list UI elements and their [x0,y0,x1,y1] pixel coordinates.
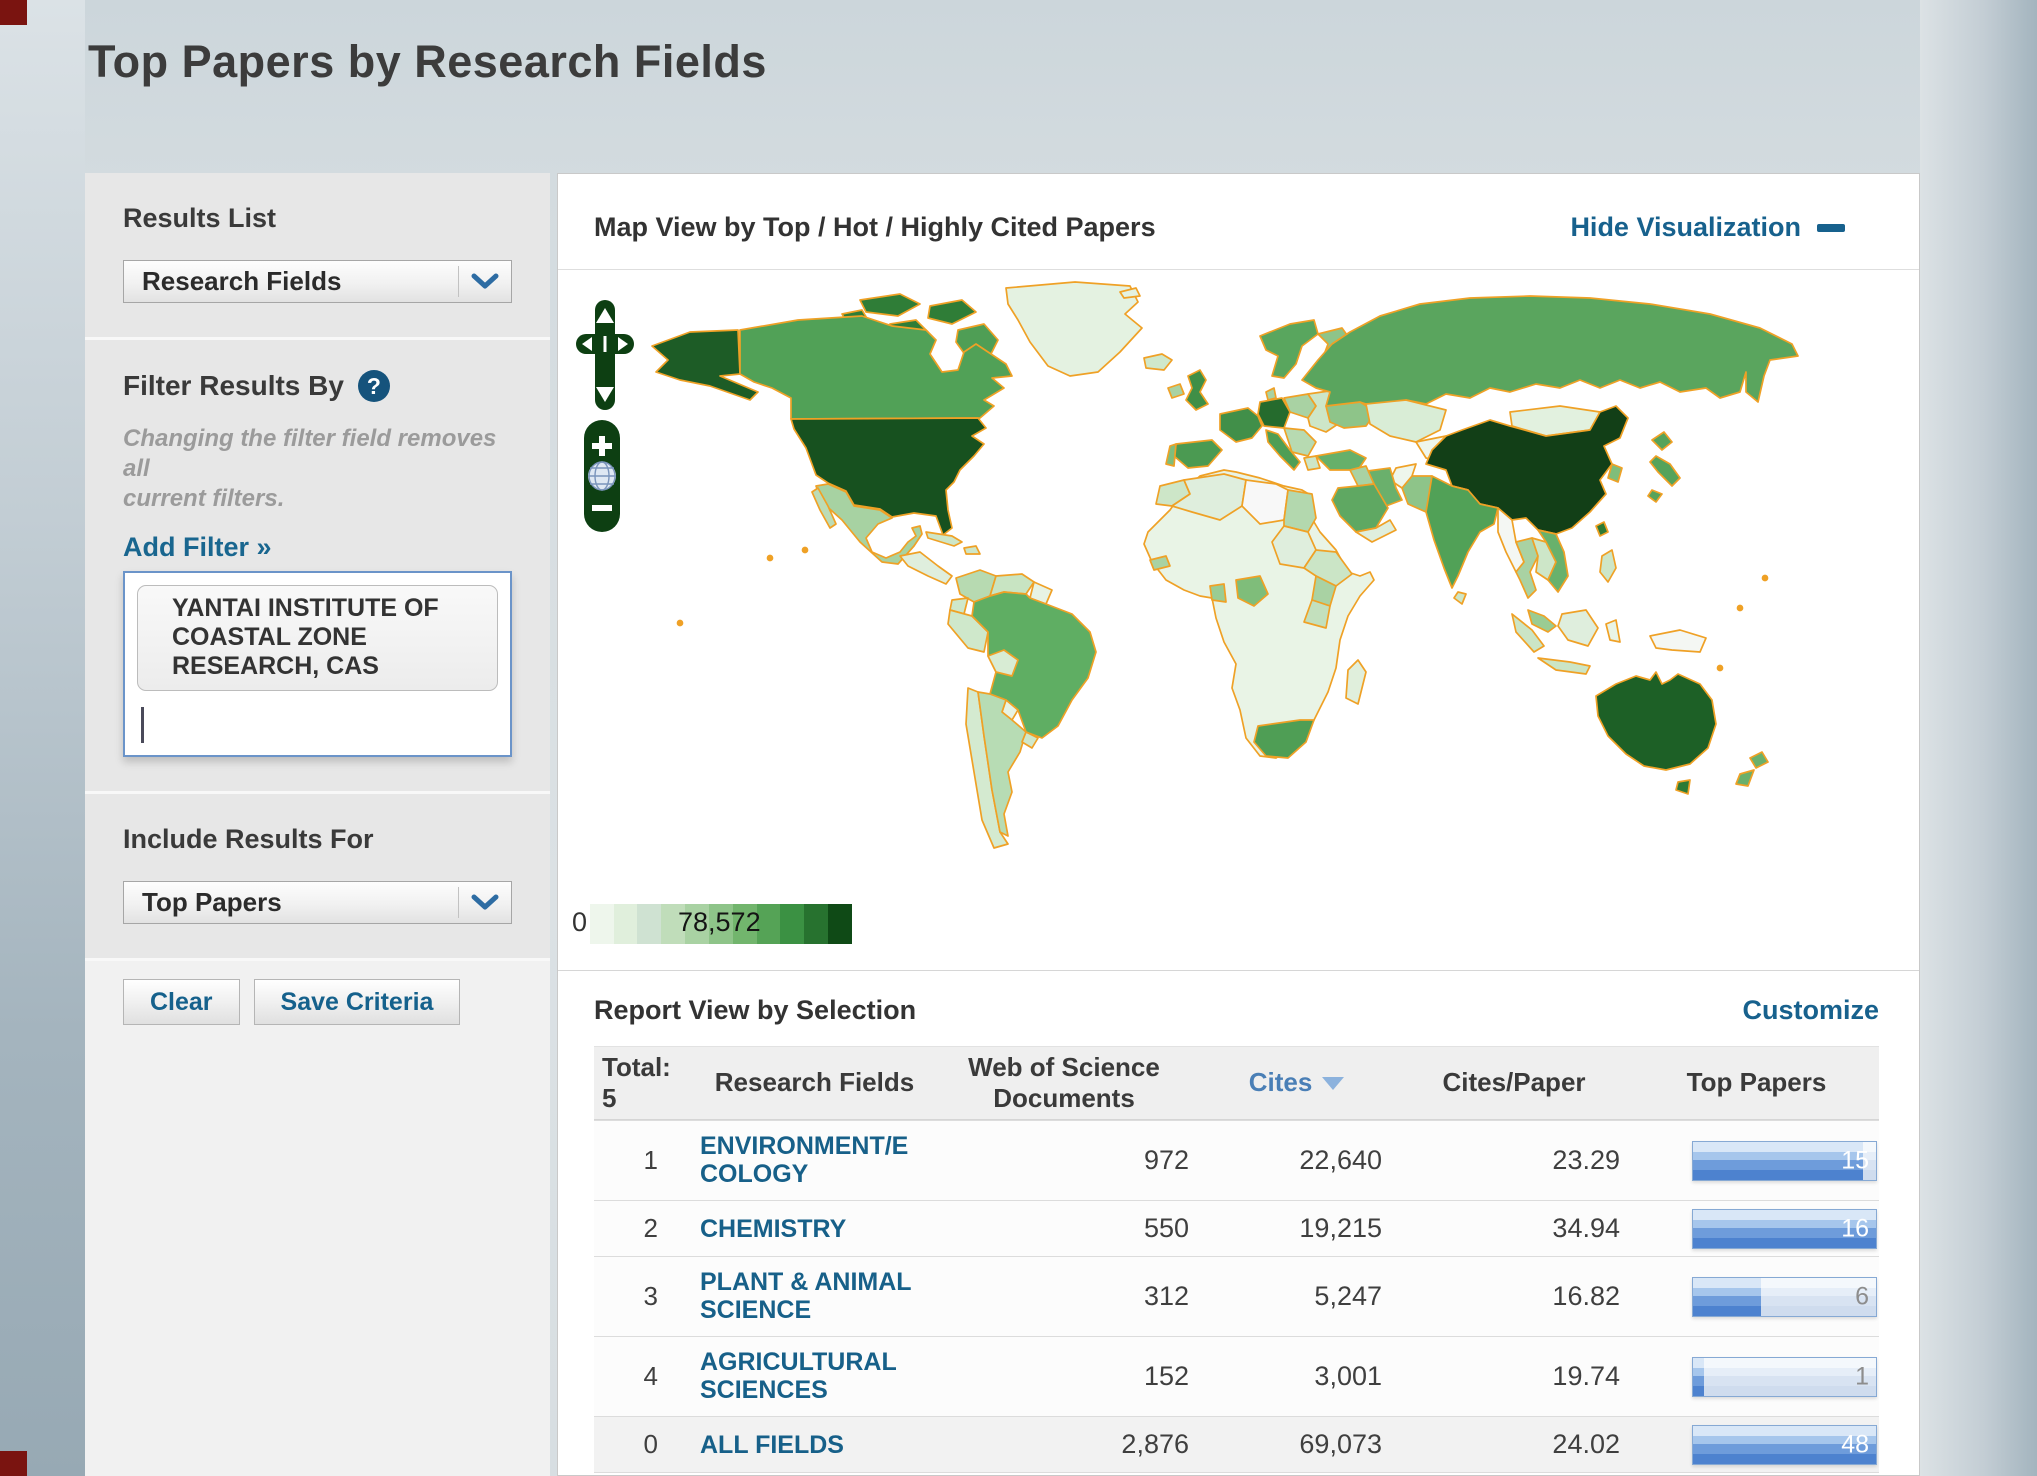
sort-desc-icon [1322,1077,1344,1090]
cites-value: 19,215 [1199,1213,1394,1244]
legend-segment [828,904,852,944]
field-link[interactable]: ENVIRONMENT/E COLOGY [700,1132,908,1190]
filter-section: Filter Results By ? Changing the filter … [85,340,550,794]
hide-visualization-link[interactable]: Hide Visualization [1570,212,1845,243]
legend-segment [637,904,661,944]
results-list-heading: Results List [123,203,512,234]
wos-docs-value: 312 [929,1281,1199,1312]
map-pan-control[interactable] [574,298,636,412]
field-link[interactable]: AGRICULTURAL SCIENCES [700,1348,897,1406]
legend-min-value: 0 [572,907,587,938]
filter-heading: Filter Results By [123,370,344,402]
left-margin-strip [0,0,85,1476]
top-papers-value: 1 [1855,1362,1869,1391]
cites-label: Cites [1249,1067,1313,1098]
main-panel: Map View by Top / Hot / Highly Cited Pap… [557,173,1920,1476]
page: Top Papers by Research Fields Results Li… [0,0,2037,1476]
top-papers-bar: 16 [1692,1209,1877,1249]
legend-segment [780,904,804,944]
top-papers-bar: 48 [1692,1425,1877,1465]
text-cursor [141,707,144,743]
row-rank: 2 [594,1213,684,1244]
results-list-select[interactable]: Research Fields [123,260,512,303]
top-papers-bar: 15 [1692,1141,1877,1181]
include-results-selected-value: Top Papers [124,887,458,918]
chevron-down-icon [459,894,511,911]
wos-docs-value: 550 [929,1213,1199,1244]
cites-per-paper-value: 24.02 [1394,1429,1634,1460]
page-title: Top Papers by Research Fields [88,36,767,88]
field-link[interactable]: CHEMISTRY [700,1215,846,1244]
top-papers-value: 16 [1841,1214,1869,1243]
choropleth-map[interactable] [560,278,1905,910]
column-header-wos-documents[interactable]: Web of Science Documents [929,1052,1199,1114]
map-legend: 0 78,572 [566,904,852,944]
world-map: 0 78,572 [558,270,1919,970]
filter-chip[interactable]: YANTAI INSTITUTE OF COASTAL ZONE RESEARC… [137,585,498,691]
wos-docs-value: 152 [929,1361,1199,1392]
column-header-top-papers[interactable]: Top Papers [1634,1067,1879,1098]
top-papers-bar: 1 [1692,1357,1877,1397]
field-link[interactable]: PLANT & ANIMAL SCIENCE [700,1268,912,1326]
cites-value: 69,073 [1199,1429,1394,1460]
filter-input-box[interactable]: YANTAI INSTITUTE OF COASTAL ZONE RESEARC… [123,571,512,757]
cites-value: 5,247 [1199,1281,1394,1312]
sidebar: Results List Research Fields Filter Resu… [85,173,550,1476]
map-view-title: Map View by Top / Hot / Highly Cited Pap… [594,212,1156,243]
filter-note: Changing the filter field removes all cu… [123,424,512,514]
zoom-out-icon [592,505,612,511]
row-rank: 1 [594,1145,684,1176]
report-table: Total: 5 Research Fields Web of Science … [594,1046,1879,1473]
row-rank: 3 [594,1281,684,1312]
include-results-section: Include Results For Top Papers [85,794,550,961]
total-count: Total: 5 [594,1052,684,1114]
wos-docs-value: 972 [929,1145,1199,1176]
legend-segment [590,904,614,944]
top-papers-bar: 6 [1692,1277,1877,1317]
cites-value: 3,001 [1199,1361,1394,1392]
hide-visualization-label: Hide Visualization [1570,212,1801,243]
top-papers-value: 6 [1855,1282,1869,1311]
legend-segment [614,904,638,944]
cites-per-paper-value: 16.82 [1394,1281,1634,1312]
add-filter-link[interactable]: Add Filter » [123,532,272,563]
legend-segment [804,904,828,944]
include-results-select[interactable]: Top Papers [123,881,512,924]
corner-artifact-top [0,0,27,25]
report-view-title: Report View by Selection [594,995,916,1026]
help-icon[interactable]: ? [358,370,390,402]
minus-icon [1817,224,1845,232]
customize-link[interactable]: Customize [1742,995,1879,1026]
wos-docs-value: 2,876 [929,1429,1199,1460]
top-papers-value: 15 [1841,1146,1869,1175]
legend-max-value: 78,572 [678,907,761,938]
top-papers-value: 48 [1841,1430,1869,1459]
clear-button[interactable]: Clear [123,979,240,1025]
right-margin-strip [1920,0,2037,1476]
corner-artifact-bottom [0,1451,27,1476]
column-header-cites-per-paper[interactable]: Cites/Paper [1394,1067,1634,1098]
column-header-cites[interactable]: Cites [1199,1067,1394,1098]
field-link[interactable]: ALL FIELDS [700,1431,844,1460]
row-rank: 4 [594,1361,684,1392]
table-row: 4 AGRICULTURAL SCIENCES 152 3,001 19.74 … [594,1336,1879,1416]
save-criteria-button[interactable]: Save Criteria [254,979,461,1025]
table-row: 1 ENVIRONMENT/E COLOGY 972 22,640 23.29 … [594,1120,1879,1200]
cites-per-paper-value: 19.74 [1394,1361,1634,1392]
table-header-row: Total: 5 Research Fields Web of Science … [594,1046,1879,1120]
include-results-heading: Include Results For [123,824,512,855]
chevron-down-icon [459,273,511,290]
results-list-section: Results List Research Fields [85,173,550,340]
results-list-selected-value: Research Fields [124,266,458,297]
table-row: 2 CHEMISTRY 550 19,215 34.94 16 [594,1200,1879,1256]
cites-per-paper-value: 23.29 [1394,1145,1634,1176]
cites-value: 22,640 [1199,1145,1394,1176]
table-row: 3 PLANT & ANIMAL SCIENCE 312 5,247 16.82… [594,1256,1879,1336]
table-row: 0 ALL FIELDS 2,876 69,073 24.02 48 [594,1416,1879,1472]
cites-per-paper-value: 34.94 [1394,1213,1634,1244]
row-rank: 0 [594,1429,684,1460]
map-zoom-control[interactable] [578,420,626,532]
column-header-research-fields[interactable]: Research Fields [684,1067,929,1098]
